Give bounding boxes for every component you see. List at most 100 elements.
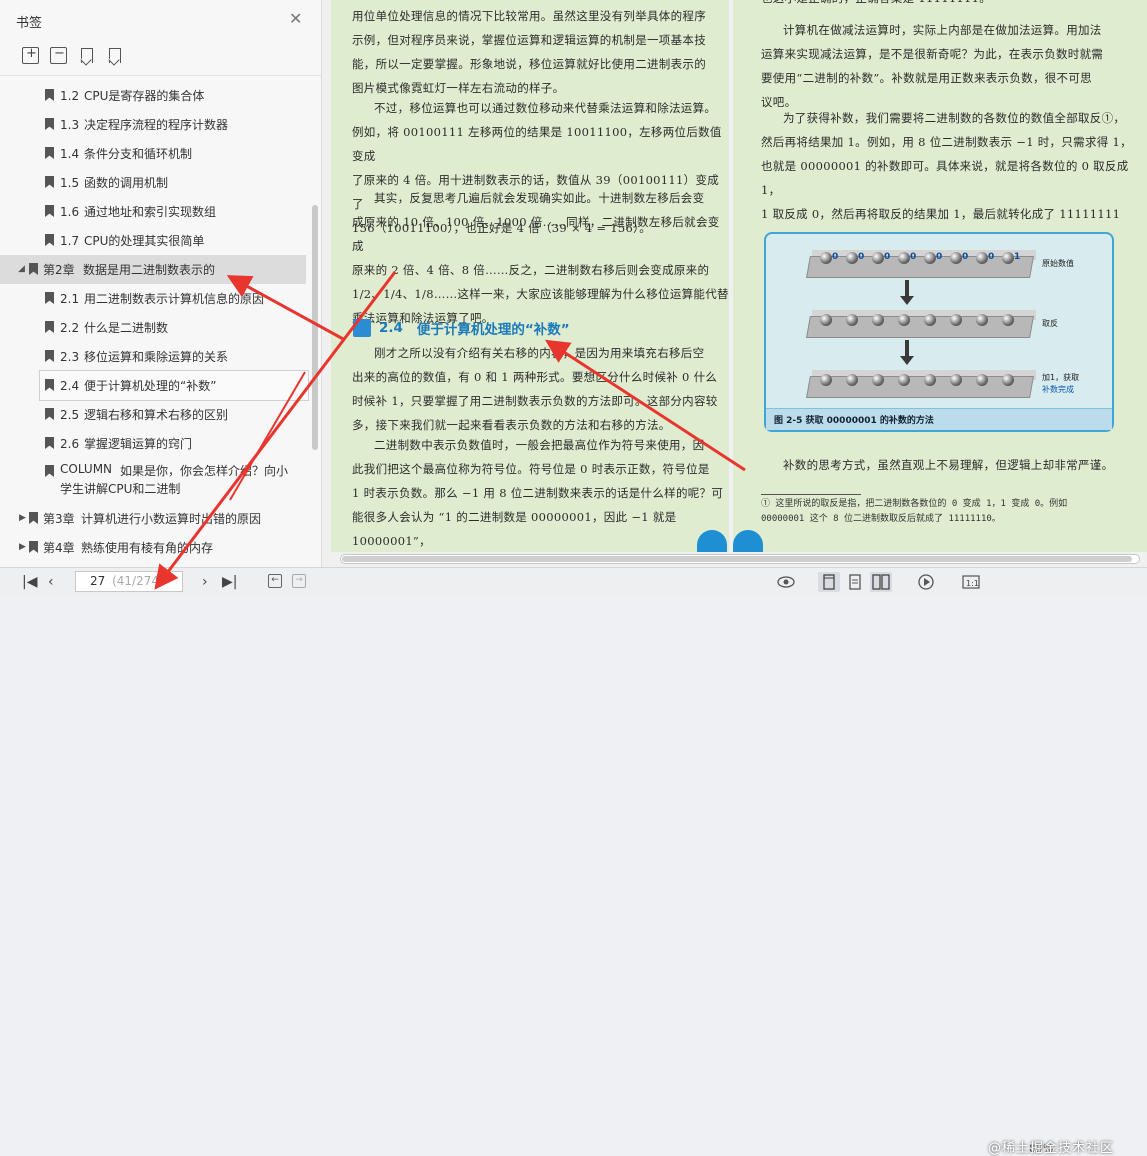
toc-item[interactable]: 1.4 条件分支和循环机制 [0, 139, 306, 168]
toc-item-current[interactable]: 2.4 便于计算机处理的“补数” [39, 370, 309, 401]
text-line: ① 这里所说的取反是指，把二进制数各数位的 0 变成 1，1 变成 0。例如 [761, 499, 1068, 509]
bit-digit: 0 [962, 252, 969, 262]
paragraph: 二进制数中表示负数值时，一般会把最高位作为符号来使用，因 此我们把这个最高位称为… [352, 433, 729, 552]
bit-ball [1002, 314, 1014, 326]
text-line: 出来的高位的数值，有 0 和 1 两种形式。要想区分什么时候补 0 什么 [352, 370, 718, 384]
toc-item[interactable]: 1.3 决定程序流程的程序计数器 [0, 110, 306, 139]
toc-num: 1.5 [60, 175, 80, 190]
figure-2-5: 0 0 0 0 0 0 0 1 原始数值 取反 加1，获取 补数完成 图 2-5… [764, 232, 1114, 432]
toc-item[interactable]: 1.6 通过地址和索引实现数组 [0, 197, 306, 226]
bit-digit: 0 [884, 252, 891, 262]
toc-item[interactable]: 2.1 用二进制数表示计算机信息的原因 [0, 284, 306, 313]
play-icon[interactable] [915, 572, 937, 592]
collapse-all-icon[interactable] [50, 46, 67, 64]
page-number-input[interactable]: 27 (41/274) [75, 571, 183, 592]
toc-num: 2.4 [60, 378, 80, 393]
page-number-badge [697, 530, 727, 552]
paragraph: 用位单位处理信息的情况下比较常用。虽然这里没有列举具体的程序 示例，但对程序员来… [352, 4, 706, 100]
back-icon[interactable]: ← [268, 574, 282, 588]
bit-digit: 1 [1014, 252, 1021, 262]
toc-item[interactable]: COLUMN 如果是你，你会怎样介绍？向小 学生讲解CPU和二进制 [0, 461, 306, 499]
document-svg [849, 574, 861, 590]
text-line: 刚才之所以没有介绍有关右移的内容，是因为用来填充右移后空 [374, 346, 705, 360]
bookmark-icon [45, 350, 54, 362]
document-view: 用位单位处理信息的情况下比较常用。虽然这里没有列举具体的程序 示例，但对程序员来… [322, 0, 1147, 567]
chevron-right-icon[interactable]: ▶ [19, 513, 26, 523]
bit-ball [924, 374, 936, 386]
toc-item[interactable]: 1.2 CPU是寄存器的集合体 [0, 81, 306, 110]
toc-item[interactable]: 2.3 移位运算和乘除运算的关系 [0, 342, 306, 371]
text-line: 1/2、1/4、1/8……这样一来，大家应该能够理解为什么移位运算能代替 [352, 287, 729, 301]
toc-label: 移位运算和乘除运算的关系 [84, 350, 229, 364]
bit-ball [846, 252, 858, 264]
expand-all-icon[interactable] [22, 46, 39, 64]
toc-label: 用二进制数表示计算机信息的原因 [84, 292, 265, 306]
bit-ball [820, 374, 832, 386]
text-line: 其实，反复思考几遍后就会发现确实如此。十进制数左移后会变 [374, 191, 705, 205]
eye-icon[interactable] [775, 572, 797, 592]
forward-icon[interactable]: → [292, 574, 306, 588]
text-line: 补数的思考方式，虽然直观上不易理解，但逻辑上却非常严谨。 [783, 458, 1114, 472]
horizontal-scrollbar[interactable] [340, 554, 1140, 564]
bit-ball [976, 314, 988, 326]
paragraph: 其实，反复思考几遍后就会发现确实如此。十进制数左移后会变 成原来的 10 倍、1… [352, 186, 729, 330]
play-svg [918, 574, 934, 590]
toc-num: 1.3 [60, 117, 80, 132]
toc-item[interactable]: 2.2 什么是二进制数 [0, 313, 306, 342]
tray [806, 376, 1034, 398]
toc-num: 第4章 [43, 541, 75, 555]
right-page: 也这小是正确的，正确答案是 11111111。 计算机在做减法运算时，实际上内部… [733, 0, 1147, 552]
first-page-icon[interactable]: |◀ [22, 572, 37, 592]
toc-chapter-4[interactable]: ▶ 第4章 熟练使用有棱有角的内存 [0, 533, 306, 562]
tray [806, 316, 1034, 338]
bit-ball [950, 314, 962, 326]
toc-item[interactable]: 2.5 逻辑右移和算术右移的区别 [0, 400, 306, 429]
section-marker-icon [353, 319, 371, 337]
toc-num: 第2章 [43, 263, 75, 277]
two-page-view-icon[interactable] [870, 572, 892, 592]
bookmark-icon [45, 234, 54, 246]
paragraph: 刚才之所以没有介绍有关右移的内容，是因为用来填充右移后空 出来的高位的数值，有 … [352, 341, 718, 437]
bit-ball [924, 314, 936, 326]
toc-item[interactable]: 1.5 函数的调用机制 [0, 168, 306, 197]
toc-chapter-3[interactable]: ▶ 第3章 计算机进行小数运算时出错的原因 [0, 504, 306, 533]
text-line: 要使用“二进制的补数”。补数就是用正数来表示负数，很不可思 [761, 71, 1092, 85]
chevron-right-icon[interactable]: ▶ [19, 542, 26, 552]
bit-ball [872, 374, 884, 386]
panel-title: 书签 [16, 16, 43, 31]
single-page-view-icon[interactable] [818, 572, 840, 592]
bookmark-icon [29, 263, 38, 275]
last-page-icon[interactable]: ▶| [222, 572, 237, 592]
scrollbar-thumb[interactable] [342, 556, 1132, 562]
status-bar: |◀ ‹ 27 (41/274) › ▶| ← → 1:1 89% @稀土掘金技… [0, 567, 1147, 1156]
actual-size-icon[interactable]: 1:1 [960, 572, 982, 592]
chevron-down-icon[interactable]: ◢ [18, 264, 25, 274]
tray [806, 256, 1034, 278]
svg-text:1:1: 1:1 [966, 579, 979, 588]
toc-num: 1.4 [60, 146, 80, 161]
close-icon[interactable]: ✕ [289, 11, 302, 27]
toc-chapter-2[interactable]: ◢ 第2章 数据是用二进制数表示的 [0, 255, 306, 284]
footnote: ① 这里所说的取反是指，把二进制数各数位的 0 变成 1，1 变成 0。例如 0… [761, 497, 1121, 527]
text-line: 例如，将 00100111 左移两位的结果是 10011100，左移两位后数值变… [352, 125, 722, 163]
text-line: 能很多人会认为 “1 的二进制数是 00000001，因此 −1 就是 1000… [352, 510, 677, 548]
bit-digit: 0 [832, 252, 839, 262]
bookmark-icon[interactable] [106, 47, 123, 64]
text-line: 能，所以一定要掌握。形象地说，移位运算就好比使用二进制表示的 [352, 57, 706, 71]
next-page-icon[interactable]: › [202, 572, 208, 592]
add-bookmark-icon[interactable] [78, 47, 95, 64]
prev-page-icon[interactable]: ‹ [48, 572, 54, 592]
toc-item[interactable]: 2.6 掌握逻辑运算的窍门 [0, 429, 306, 458]
paragraph: 计算机在做减法运算时，实际上内部是在做加法运算。用加法 运算来实现减法运算，是不… [761, 18, 1103, 114]
toc-item[interactable]: 1.7 CPU的处理其实很简单 [0, 226, 306, 255]
text-line: 原来的 2 倍、4 倍、8 倍……反之，二进制数右移后则会变成原来的 [352, 263, 710, 277]
sidebar-scrollbar[interactable] [312, 205, 318, 450]
divider [0, 75, 321, 76]
document-view-icon[interactable] [844, 572, 866, 592]
text-line: 也就是 00000001 的补数即可。具体来说，就是将各数位的 0 取反成 1， [761, 159, 1129, 197]
bookmark-icon [45, 408, 54, 420]
bit-digit: 0 [988, 252, 995, 262]
page-total: (41/274) [112, 574, 164, 588]
toc-label: 如果是你，你会怎样介绍？向小 [120, 464, 289, 478]
figure-caption-bar: 图 2-5 获取 00000001 的补数的方法 [766, 408, 1112, 430]
